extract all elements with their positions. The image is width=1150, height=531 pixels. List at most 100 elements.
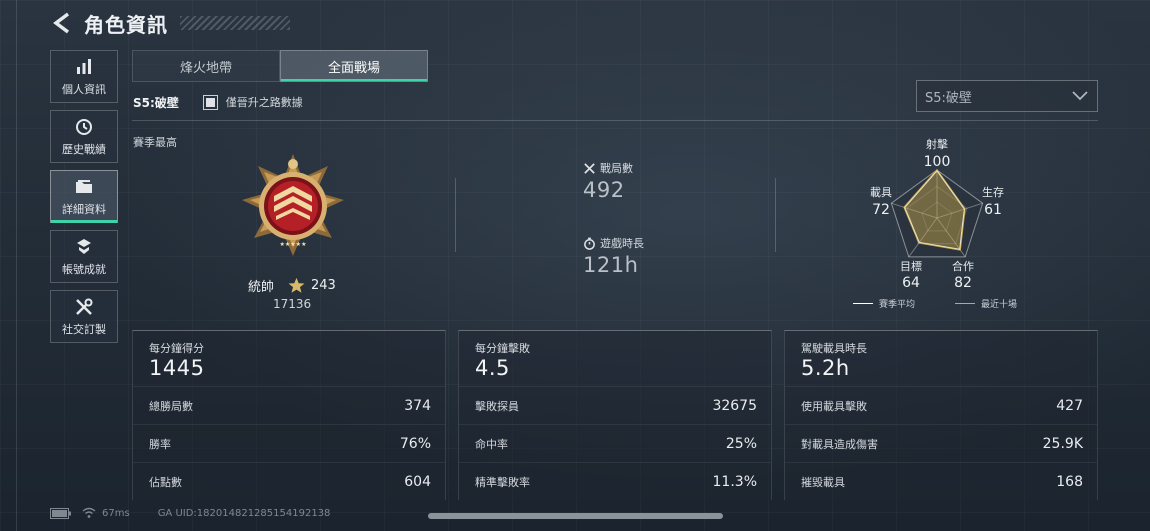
stat-label: 佔點數 bbox=[149, 475, 182, 489]
stat-row: 勝率 76% bbox=[133, 424, 445, 462]
sidebar-item-history[interactable]: 歷史戰績 bbox=[50, 110, 118, 163]
legend-label: 最近十場 bbox=[981, 300, 1018, 310]
stat-row: 擊敗探員 32675 bbox=[459, 386, 771, 424]
horizontal-scrollbar[interactable] bbox=[428, 513, 723, 519]
playtime-stat: 遊戲時長 121h bbox=[583, 235, 644, 277]
stat-row: 摧毀載具 168 bbox=[785, 462, 1097, 500]
history-icon bbox=[76, 118, 92, 135]
stat-row: 命中率 25% bbox=[459, 424, 771, 462]
rank-name: 統帥 bbox=[248, 280, 275, 295]
sidebar-item-social[interactable]: 社交訂製 bbox=[50, 290, 118, 343]
stat-value: 168 bbox=[1056, 473, 1083, 490]
season-select[interactable]: S5:破壁 bbox=[916, 80, 1098, 112]
rank-badge-icon: ★★★★★ bbox=[242, 154, 344, 256]
stat-row: 總勝局數 374 bbox=[133, 386, 445, 424]
stat-label: 對載具造成傷害 bbox=[801, 437, 878, 451]
sidebar: 個人資訊 歷史戰績 詳細資料 帳號成就 社交訂製 bbox=[50, 50, 118, 350]
sidebar-item-label: 詳細資料 bbox=[62, 202, 106, 216]
sidebar-item-label: 歷史戰績 bbox=[62, 142, 106, 156]
playtime-label: 遊戲時長 bbox=[600, 237, 644, 250]
ranked-only-checkbox[interactable] bbox=[202, 94, 218, 110]
panel-title: 駕駛載具時長 bbox=[801, 342, 867, 355]
sidebar-item-details[interactable]: 詳細資料 bbox=[50, 170, 118, 223]
legend-swatch bbox=[853, 303, 873, 304]
sidebar-item-label: 社交訂製 bbox=[62, 322, 106, 336]
stat-value: 374 bbox=[404, 397, 431, 414]
vertical-divider bbox=[775, 178, 776, 252]
battery-icon bbox=[50, 507, 71, 519]
title-decoration bbox=[180, 16, 290, 30]
stat-label: 精準擊敗率 bbox=[475, 475, 530, 489]
legend-label: 賽季平均 bbox=[879, 300, 916, 310]
stat-value: 427 bbox=[1056, 397, 1083, 414]
tab-warfare-zone[interactable]: 烽火地帶 bbox=[132, 50, 280, 82]
tab-full-battlefield[interactable]: 全面戰場 bbox=[280, 50, 428, 82]
stat-value: 11.3% bbox=[712, 473, 757, 490]
vertical-divider bbox=[455, 178, 456, 252]
radar-axis-value: 82 bbox=[954, 275, 972, 291]
stat-row: 對載具造成傷害 25.9K bbox=[785, 424, 1097, 462]
panel-main-value: 5.2h bbox=[801, 356, 850, 380]
mode-tabs: 烽火地帶 全面戰場 bbox=[132, 50, 428, 82]
matches-label: 戰局數 bbox=[600, 162, 633, 175]
checkbox-mark bbox=[205, 97, 215, 107]
ping-value: 67ms bbox=[102, 507, 130, 519]
radar-axis-label: 射擊 bbox=[926, 138, 948, 151]
sidebar-item-label: 個人資訊 bbox=[62, 82, 106, 96]
matches-value: 492 bbox=[583, 178, 625, 202]
stat-row: 精準擊敗率 11.3% bbox=[459, 462, 771, 500]
matches-stat: 戰局數 492 bbox=[583, 160, 633, 202]
panel-main-value: 1445 bbox=[149, 356, 205, 380]
stopwatch-icon bbox=[584, 237, 595, 250]
stat-row: 佔點數 604 bbox=[133, 462, 445, 500]
sidebar-item-label: 帳號成就 bbox=[62, 262, 106, 276]
uid-text: GA UID:182014821285154192138 bbox=[157, 507, 331, 519]
radar-axis-label: 合作 bbox=[952, 260, 974, 273]
stat-label: 總勝局數 bbox=[149, 399, 193, 413]
stat-label: 命中率 bbox=[475, 437, 508, 451]
star-icon bbox=[288, 277, 305, 293]
sidebar-item-profile[interactable]: 個人資訊 bbox=[50, 50, 118, 103]
crossed-swords-icon bbox=[584, 162, 595, 174]
panel-title: 每分鐘擊敗 bbox=[475, 342, 530, 355]
frame-border bbox=[16, 0, 17, 531]
score-panel: 每分鐘得分 1445 總勝局數 374 勝率 76% 佔點數 604 bbox=[132, 330, 446, 500]
season-select-value: S5:破壁 bbox=[925, 90, 972, 106]
panel-main-value: 4.5 bbox=[475, 356, 510, 380]
checkbox-label: 僅晉升之路數據 bbox=[225, 96, 303, 109]
divider bbox=[132, 120, 1098, 121]
radar-axis-value: 72 bbox=[872, 202, 890, 218]
status-bar: 67ms GA UID:182014821285154192138 bbox=[50, 507, 330, 519]
page-title: 角色資訊 bbox=[84, 12, 168, 37]
stat-label: 擊敗探員 bbox=[475, 399, 519, 413]
radar-axis-label: 目標 bbox=[900, 260, 922, 273]
stat-label: 摧毀載具 bbox=[801, 475, 845, 489]
stat-value: 25% bbox=[725, 435, 757, 452]
radar-axis-label: 生存 bbox=[982, 186, 1004, 199]
season-best-label: 賽季最高 bbox=[133, 136, 177, 149]
season-row: S5:破壁 僅晉升之路數據 bbox=[133, 93, 303, 111]
legend-swatch bbox=[955, 303, 976, 304]
radar-legend: 賽季平均 最近十場 bbox=[853, 297, 1057, 310]
bar-chart-icon bbox=[77, 58, 91, 74]
panel-title: 每分鐘得分 bbox=[149, 342, 204, 355]
stat-value: 25.9K bbox=[1042, 435, 1083, 452]
wifi-icon bbox=[82, 507, 96, 518]
stat-value: 32675 bbox=[712, 397, 757, 414]
radar-axis-label: 載具 bbox=[870, 186, 892, 199]
tools-icon bbox=[76, 298, 93, 315]
back-arrow-icon[interactable] bbox=[50, 11, 74, 35]
radar-axis-value: 64 bbox=[902, 275, 920, 291]
folder-icon bbox=[76, 179, 92, 193]
header: 角色資訊 bbox=[50, 8, 290, 38]
stat-row: 使用載具擊敗 427 bbox=[785, 386, 1097, 424]
rank-star-count: 243 bbox=[311, 278, 336, 293]
season-name: S5:破壁 bbox=[133, 95, 179, 110]
legend-season-average: 賽季平均 bbox=[853, 297, 915, 310]
kills-panel: 每分鐘擊敗 4.5 擊敗探員 32675 命中率 25% 精準擊敗率 11.3% bbox=[458, 330, 772, 500]
achievement-icon bbox=[77, 238, 91, 254]
sidebar-item-achievements[interactable]: 帳號成就 bbox=[50, 230, 118, 283]
radar-axis-value: 100 bbox=[923, 154, 951, 170]
radar-axis-value: 61 bbox=[984, 202, 1002, 218]
legend-last-ten: 最近十場 bbox=[955, 297, 1017, 310]
